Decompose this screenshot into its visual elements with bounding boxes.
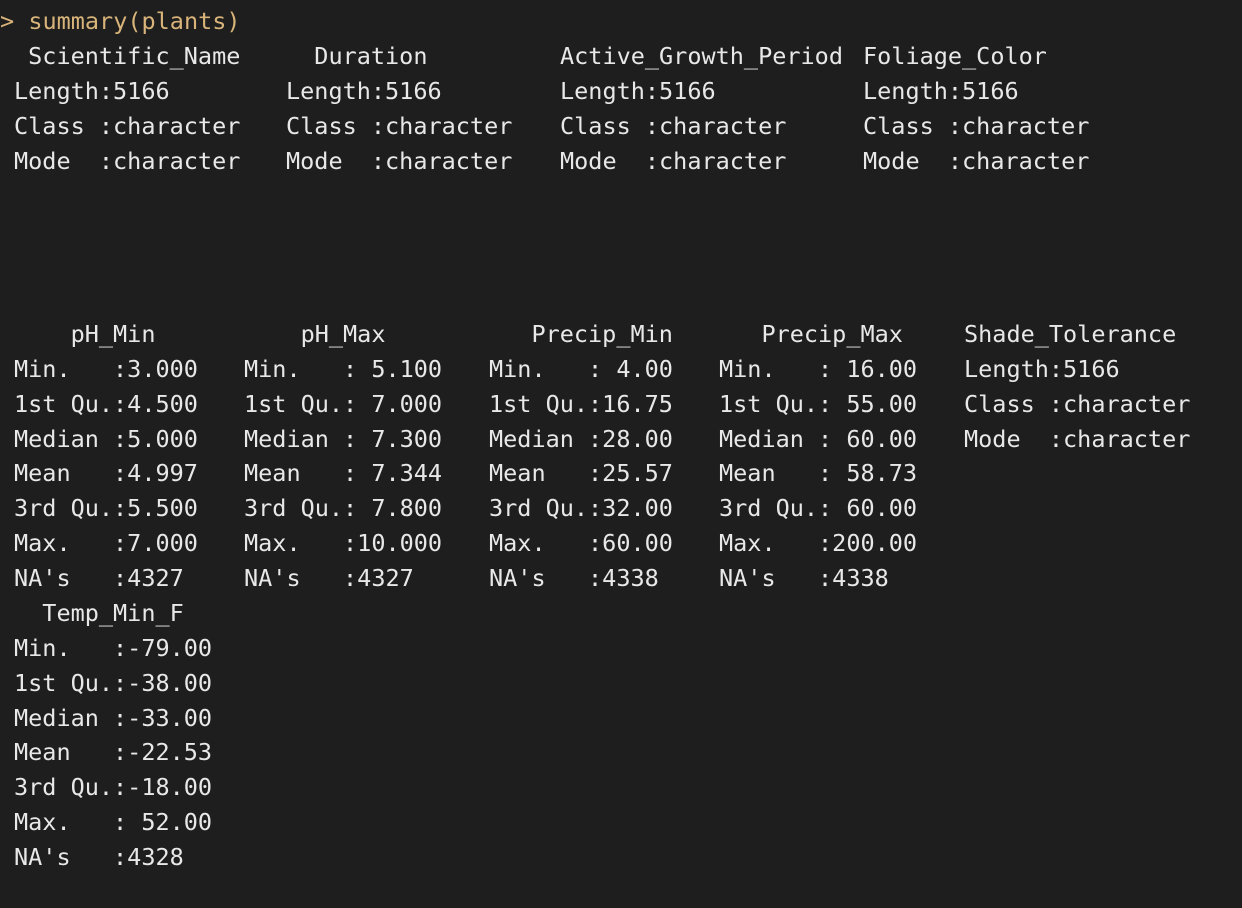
summary-column: Precip_Max Min. : 16.00 1st Qu.: 55.00 Medi… <box>719 317 917 596</box>
summary-stat-line: Mode :character <box>560 146 787 175</box>
summary-stat-line: 1st Qu.:16.75 <box>489 389 673 418</box>
summary-stat-line: Min. :-79.00 <box>14 634 213 662</box>
summary-stat-line: Mode :character <box>863 146 1090 175</box>
summary-stat-line: NA's :4327 <box>244 563 414 592</box>
summary-stat-line: NA's :4327 <box>14 563 184 592</box>
r-console-output: > summary(plants) Scientific_Name Length… <box>0 0 1242 908</box>
summary-stat-line: 1st Qu.:4.500 <box>14 389 198 418</box>
summary-stat-line: 1st Qu.: 55.00 <box>719 389 918 418</box>
summary-stat-line: 3rd Qu.: 60.00 <box>719 494 918 523</box>
command-text: summary(plants) <box>28 7 241 35</box>
column-header: Foliage_Color <box>863 42 1047 70</box>
summary-column: Scientific_Name Length:5166 Class :charac… <box>14 39 269 178</box>
summary-column: Shade_Tolerance Length:5166 Class :charact… <box>964 317 1190 456</box>
summary-stat-line: Mean :25.57 <box>489 459 673 488</box>
summary-stat-line: Length:5166 <box>286 77 442 105</box>
summary-stat-line: 1st Qu.:-38.00 <box>14 668 213 697</box>
summary-stat-line: Min. : 5.100 <box>244 355 443 383</box>
summary-stat-line: Class :character <box>286 111 513 140</box>
summary-stat-line: 3rd Qu.:5.500 <box>14 494 198 523</box>
summary-stat-line: Median : 60.00 <box>719 424 918 453</box>
summary-stat-line: Median : 7.300 <box>244 424 443 453</box>
summary-column: pH_Min Min. :3.000 1st Qu.:4.500 Median :5.… <box>14 317 198 596</box>
summary-stat-line: 1st Qu.: 7.000 <box>244 389 443 418</box>
summary-stat-line: Mode :character <box>14 146 241 175</box>
summary-stat-line: Length:5166 <box>560 77 716 105</box>
summary-stat-line: Length:5166 <box>964 355 1120 383</box>
summary-stat-line: 3rd Qu.:-18.00 <box>14 773 213 802</box>
prompt-command-line: > summary(plants) <box>0 6 241 36</box>
prompt-symbol: > <box>0 7 15 35</box>
summary-column: Duration Length:5166 Class :character Mode… <box>286 39 512 178</box>
column-header: Precip_Min <box>489 320 673 348</box>
column-header: pH_Max <box>244 320 386 348</box>
summary-stat-line: Mean : 58.73 <box>719 459 918 488</box>
summary-stat-line: Length:5166 <box>14 77 170 105</box>
column-header: Duration <box>286 42 456 70</box>
summary-stat-line: Median :5.000 <box>14 424 198 453</box>
summary-stat-line: 3rd Qu.: 7.800 <box>244 494 443 523</box>
summary-stat-line: Mean : 7.344 <box>244 459 443 488</box>
summary-column: Foliage_Color Length:5166 Class :character… <box>863 39 1089 178</box>
summary-column: Temp_Min_F Min. :-79.00 1st Qu.:-38.00 Medi… <box>14 596 212 875</box>
summary-stat-line: Class :character <box>560 111 787 140</box>
summary-stat-line: 3rd Qu.:32.00 <box>489 494 673 523</box>
summary-stat-line: Min. :3.000 <box>14 355 198 383</box>
summary-stat-line: Mode :character <box>964 424 1191 453</box>
column-header: Temp_Min_F <box>14 599 184 627</box>
summary-stat-line: Mean :4.997 <box>14 459 198 488</box>
summary-stat-line: Max. :10.000 <box>244 528 443 557</box>
summary-stat-line: Max. :60.00 <box>489 528 673 557</box>
summary-stat-line: Class :character <box>14 111 241 140</box>
column-header: Active_Growth_Period <box>560 42 843 70</box>
summary-stat-line: Min. : 16.00 <box>719 355 918 383</box>
summary-stat-line: Max. : 52.00 <box>14 807 213 836</box>
summary-column: pH_Max Min. : 5.100 1st Qu.: 7.000 Median :… <box>244 317 442 596</box>
summary-stat-line: NA's :4338 <box>719 563 889 592</box>
summary-column: Active_Growth_Period Length:5166 Class :ch… <box>560 39 843 178</box>
column-header: Precip_Max <box>719 320 903 348</box>
summary-stat-line: NA's :4338 <box>489 563 659 592</box>
summary-stat-line: Length:5166 <box>863 77 1019 105</box>
column-header: pH_Min <box>14 320 156 348</box>
summary-stat-line: NA's :4328 <box>14 842 184 871</box>
summary-stat-line: Mean :-22.53 <box>14 738 213 767</box>
summary-stat-line: Median :28.00 <box>489 424 673 453</box>
column-header: Shade_Tolerance <box>964 320 1177 348</box>
summary-stat-line: Class :character <box>964 389 1191 418</box>
summary-stat-line: Mode :character <box>286 146 513 175</box>
summary-column: Precip_Min Min. : 4.00 1st Qu.:16.75 Median… <box>489 317 673 596</box>
summary-stat-line: Min. : 4.00 <box>489 355 673 383</box>
summary-stat-line: Max. :7.000 <box>14 528 198 557</box>
summary-stat-line: Class :character <box>863 111 1090 140</box>
summary-stat-line: Max. :200.00 <box>719 528 918 557</box>
column-header: Scientific_Name <box>14 42 269 70</box>
summary-stat-line: Median :-33.00 <box>14 703 213 732</box>
